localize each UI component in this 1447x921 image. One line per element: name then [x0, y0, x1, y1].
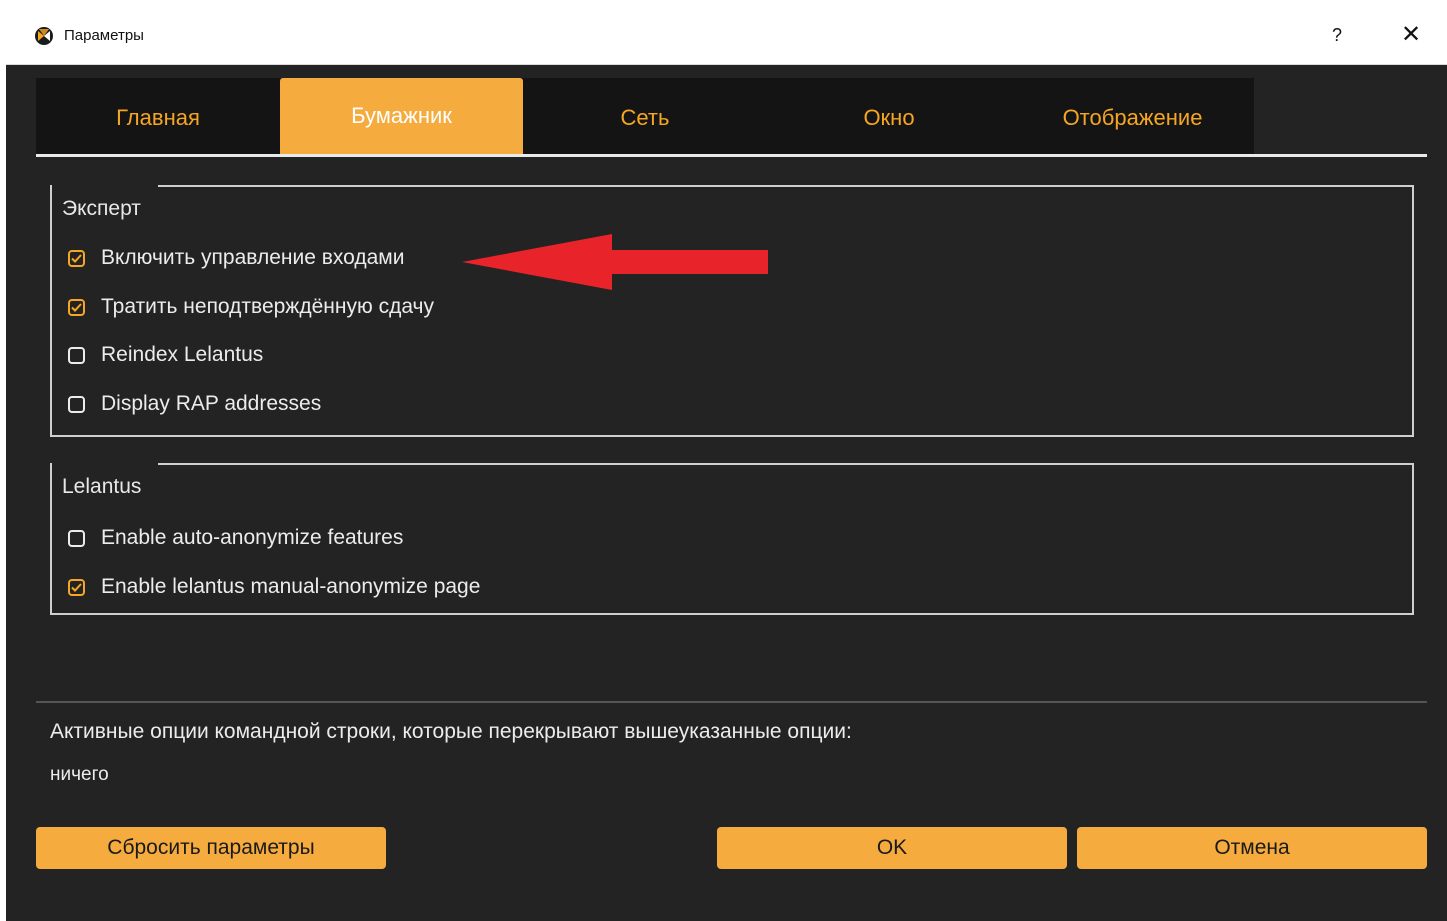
option-spend-unconfirmed[interactable]: Тратить неподтверждённую сдачу [68, 292, 434, 322]
checkbox-checked-icon[interactable] [68, 578, 85, 596]
separator [36, 701, 1427, 703]
expert-group: Эксперт Включить управление входами Трат… [50, 185, 1414, 437]
tab-underline [36, 154, 1427, 157]
checkbox-checked-icon[interactable] [68, 298, 85, 316]
reset-options-button[interactable]: Сбросить параметры [36, 827, 386, 869]
close-button[interactable]: ✕ [1396, 20, 1426, 50]
tab-window[interactable]: Окно [767, 78, 1011, 154]
cancel-button[interactable]: Отмена [1077, 827, 1427, 869]
option-label: Включить управление входами [101, 246, 405, 269]
settings-dialog: Параметры ? ✕ Главная Бумажник Сеть Окно… [6, 8, 1447, 921]
option-display-rap[interactable]: Display RAP addresses [68, 389, 321, 419]
option-coin-control[interactable]: Включить управление входами [68, 243, 404, 273]
checkbox-unchecked-icon[interactable] [68, 346, 85, 364]
title-bar: Параметры ? ✕ [6, 8, 1447, 65]
checkbox-unchecked-icon[interactable] [68, 395, 85, 413]
ok-button[interactable]: OK [717, 827, 1067, 869]
option-auto-anonymize[interactable]: Enable auto-anonymize features [68, 523, 403, 553]
option-manual-anonymize[interactable]: Enable lelantus manual-anonymize page [68, 572, 480, 602]
expert-group-title: Эксперт [62, 197, 141, 220]
annotation-arrow-icon [462, 234, 768, 290]
cmdline-options-label: Активные опции командной строки, которые… [50, 720, 852, 743]
option-label: Enable lelantus manual-anonymize page [101, 575, 481, 598]
app-logo-icon [35, 27, 53, 45]
option-label: Enable auto-anonymize features [101, 526, 404, 549]
tab-network[interactable]: Сеть [523, 78, 767, 154]
cmdline-options-value: ничего [50, 764, 109, 785]
checkbox-unchecked-icon[interactable] [68, 529, 85, 547]
option-reindex-lelantus[interactable]: Reindex Lelantus [68, 340, 263, 370]
tab-bar: Главная Бумажник Сеть Окно Отображение [36, 78, 1254, 154]
option-label: Reindex Lelantus [101, 343, 264, 366]
tab-display[interactable]: Отображение [1011, 78, 1254, 154]
option-label: Тратить неподтверждённую сдачу [101, 295, 434, 318]
option-label: Display RAP addresses [101, 392, 322, 415]
window-title: Параметры [64, 27, 144, 44]
help-button[interactable]: ? [1324, 20, 1350, 50]
tab-wallet[interactable]: Бумажник [280, 78, 523, 154]
lelantus-group: Lelantus Enable auto-anonymize features … [50, 463, 1414, 615]
lelantus-group-title: Lelantus [62, 475, 142, 498]
tab-main[interactable]: Главная [36, 78, 280, 154]
checkbox-checked-icon[interactable] [68, 249, 85, 267]
